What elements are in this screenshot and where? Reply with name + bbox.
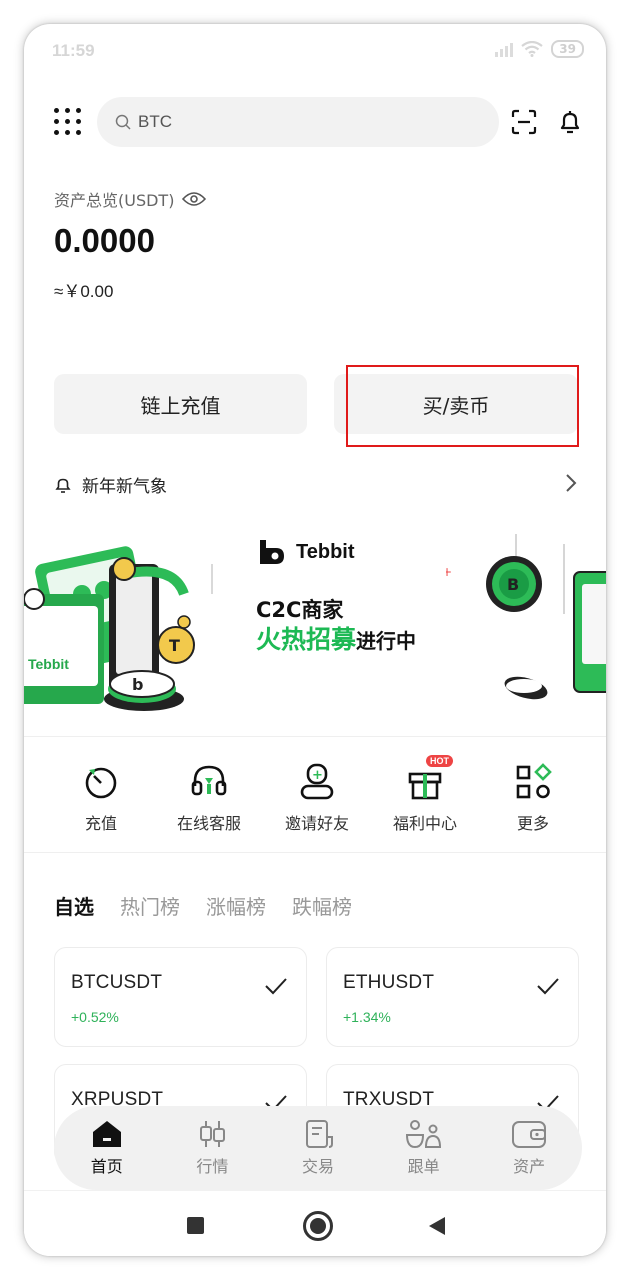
- svg-text:+: +: [312, 768, 323, 783]
- home-button-icon[interactable]: [303, 1211, 333, 1241]
- chevron-right-icon[interactable]: [563, 471, 579, 495]
- battery-indicator: 39: [551, 40, 584, 58]
- highlight-box: [346, 365, 579, 447]
- candlestick-icon: [200, 1121, 226, 1147]
- quick-action-rewards[interactable]: HOT 福利中心: [375, 755, 475, 834]
- quick-action-label: 充值: [84, 814, 117, 833]
- svg-text:b: b: [132, 675, 143, 694]
- search-placeholder: BTC: [138, 112, 172, 131]
- promo-banner[interactable]: Tebbit b T Tebbit C2C商家 火热招募进行中 B +: [24, 524, 606, 714]
- nav-label: 交易: [301, 1157, 334, 1176]
- trade-receipt-icon: [305, 1120, 333, 1148]
- system-nav-bar: [24, 1190, 606, 1256]
- eye-icon[interactable]: [182, 191, 207, 207]
- nav-home[interactable]: 首页: [62, 1119, 152, 1177]
- quick-action-label: 更多: [516, 814, 549, 833]
- deposit-timer-icon: [85, 767, 117, 799]
- search-icon: [115, 114, 131, 130]
- banner-title-highlight: 火热招募: [256, 625, 357, 654]
- status-time: 11:59: [52, 41, 95, 60]
- market-tabs: 自选 热门榜 涨幅榜 跌幅榜: [54, 891, 378, 920]
- recent-apps-icon[interactable]: [187, 1217, 204, 1234]
- onchain-deposit-button[interactable]: 链上充值: [54, 374, 307, 434]
- svg-text:B: B: [507, 575, 519, 594]
- banner-title-line2: 火热招募进行中: [256, 620, 416, 656]
- bottom-nav: 首页 行情 交易 跟单 资产: [54, 1106, 582, 1190]
- nav-trade[interactable]: 交易: [273, 1119, 363, 1177]
- announcement-bar[interactable]: 新年新气象: [54, 472, 167, 497]
- banner-illustration-right: B + + +: [446, 534, 606, 700]
- banner-title-suffix: 进行中: [356, 629, 417, 653]
- headset-icon: [191, 765, 227, 796]
- section-divider: [24, 852, 606, 853]
- back-icon[interactable]: [429, 1217, 445, 1235]
- svg-text:+: +: [446, 565, 452, 579]
- nav-assets[interactable]: 资产: [484, 1119, 574, 1177]
- pair-change: +0.52%: [71, 1009, 119, 1025]
- nav-label: 跟单: [407, 1157, 440, 1176]
- search-bar[interactable]: BTC: [97, 97, 499, 147]
- quick-action-invite[interactable]: + 邀请好友: [267, 762, 367, 834]
- watchlist-card-eth[interactable]: ETHUSDT +1.34%: [326, 947, 579, 1047]
- tab-watchlist[interactable]: 自选: [54, 891, 94, 920]
- phone-screen: 11:59 39 BTC 资产总览(USDT) 0.0000 ≈￥0.00 链上…: [24, 24, 606, 1256]
- bell-icon[interactable]: [556, 108, 584, 136]
- asset-cny-value: ≈￥0.00: [54, 282, 114, 301]
- tab-losers[interactable]: 跌幅榜: [292, 891, 352, 920]
- menu-grid-icon[interactable]: [54, 108, 82, 136]
- nav-label: 行情: [196, 1157, 229, 1176]
- home-icon: [92, 1121, 121, 1147]
- wifi-icon: [521, 41, 543, 57]
- nav-label: 资产: [513, 1157, 546, 1176]
- copy-trade-icon: [405, 1120, 441, 1149]
- quick-action-label: 福利中心: [392, 814, 457, 833]
- svg-text:T: T: [169, 636, 180, 655]
- tab-gainers[interactable]: 涨幅榜: [206, 891, 266, 920]
- more-grid-icon: [516, 763, 552, 799]
- banner-brand: Tebbit: [258, 538, 355, 566]
- invite-user-icon: +: [300, 763, 334, 800]
- quick-action-deposit[interactable]: 充值: [51, 762, 151, 834]
- quick-action-label: 在线客服: [176, 814, 241, 833]
- checkmark-icon[interactable]: [264, 976, 288, 996]
- pair-name: ETHUSDT: [343, 972, 435, 993]
- pair-name: BTCUSDT: [71, 972, 163, 993]
- nav-market[interactable]: 行情: [167, 1119, 257, 1177]
- wallet-icon: [512, 1121, 547, 1148]
- quick-action-label: 邀请好友: [284, 814, 349, 833]
- tebbit-logo-icon: [260, 540, 284, 564]
- banner-brand-text: Tebbit: [296, 540, 355, 563]
- gift-icon: [408, 772, 442, 800]
- asset-total-value: 0.0000: [54, 222, 155, 259]
- notice-bell-icon: [55, 478, 71, 493]
- announcement-text: 新年新气象: [82, 477, 167, 497]
- checkmark-icon[interactable]: [536, 976, 560, 996]
- tab-hot[interactable]: 热门榜: [120, 891, 180, 920]
- quick-action-more[interactable]: 更多: [483, 762, 583, 834]
- asset-label-text: 资产总览(USDT): [54, 191, 175, 210]
- scan-icon[interactable]: [510, 108, 538, 136]
- status-icons: 39: [495, 40, 584, 58]
- signal-icon: [495, 41, 514, 57]
- hot-badge: HOT: [426, 755, 453, 767]
- nav-label: 首页: [90, 1157, 123, 1176]
- nav-copy-trade[interactable]: 跟单: [379, 1119, 469, 1177]
- asset-overview-label: 资产总览(USDT): [54, 187, 207, 211]
- pair-change: +1.34%: [343, 1009, 391, 1025]
- svg-text:Tebbit: Tebbit: [28, 656, 69, 672]
- banner-illustration-left: Tebbit b T: [24, 546, 213, 711]
- quick-action-support[interactable]: 在线客服: [159, 762, 259, 834]
- section-divider: [24, 736, 606, 737]
- watchlist-card-btc[interactable]: BTCUSDT +0.52%: [54, 947, 307, 1047]
